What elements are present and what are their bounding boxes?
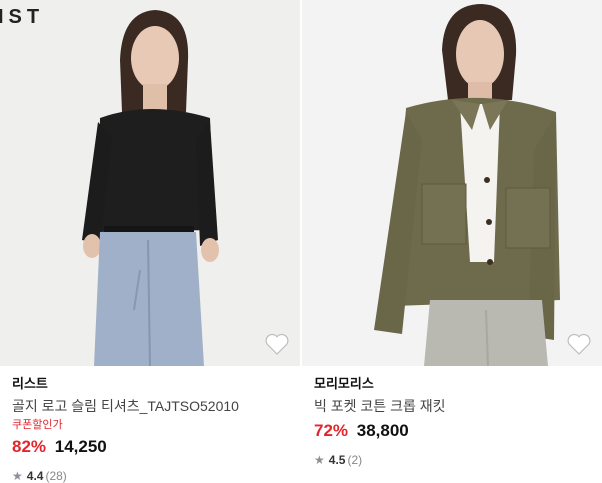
- product-info: 리스트 골지 로고 슬림 티셔츠_TAJTSO52010 쿠폰할인가 82% 1…: [0, 366, 300, 483]
- brand-name[interactable]: 리스트: [12, 375, 288, 393]
- brand-name[interactable]: 모리모리스: [314, 375, 590, 393]
- rating-score: 4.4: [26, 469, 44, 483]
- product-card[interactable]: IST 리스트 골지 로고 슬림 티셔츠_TAJTSO52010 쿠폰할인가 8…: [0, 0, 300, 483]
- discount-rate: 72%: [314, 421, 349, 440]
- price-row: 82% 14,250: [12, 435, 288, 459]
- product-image[interactable]: [302, 0, 602, 366]
- product-photo-model-black-top: [0, 0, 300, 366]
- star-icon: ★: [314, 453, 325, 467]
- rating-score: 4.5: [328, 453, 346, 467]
- rating-row: ★ 4.4 (28): [12, 467, 288, 483]
- sale-price: 38,800: [356, 421, 409, 440]
- product-info: 모리모리스 빅 포켓 코튼 크롭 재킷 72% 38,800 ★ 4.5 (2): [302, 366, 602, 469]
- coupon-price-label: 쿠폰할인가: [12, 419, 63, 431]
- price-row: 72% 38,800: [314, 419, 590, 443]
- rating-row: ★ 4.5 (2): [314, 451, 590, 469]
- product-image[interactable]: IST: [0, 0, 300, 366]
- brand-logo-text: IST: [0, 6, 45, 28]
- review-count: (28): [45, 469, 67, 483]
- heart-icon[interactable]: [566, 332, 592, 356]
- heart-icon[interactable]: [264, 332, 290, 356]
- product-card[interactable]: 모리모리스 빅 포켓 코튼 크롭 재킷 72% 38,800 ★ 4.5 (2): [302, 0, 602, 483]
- product-name[interactable]: 빅 포켓 코튼 크롭 재킷: [314, 396, 590, 416]
- product-photo-model-khaki-jacket: [302, 0, 602, 366]
- review-count: (2): [347, 453, 363, 467]
- star-icon: ★: [12, 469, 23, 483]
- product-grid: IST 리스트 골지 로고 슬림 티셔츠_TAJTSO52010 쿠폰할인가 8…: [0, 0, 602, 483]
- product-name[interactable]: 골지 로고 슬림 티셔츠_TAJTSO52010: [12, 396, 288, 416]
- sale-price: 14,250: [54, 437, 107, 456]
- discount-rate: 82%: [12, 437, 47, 456]
